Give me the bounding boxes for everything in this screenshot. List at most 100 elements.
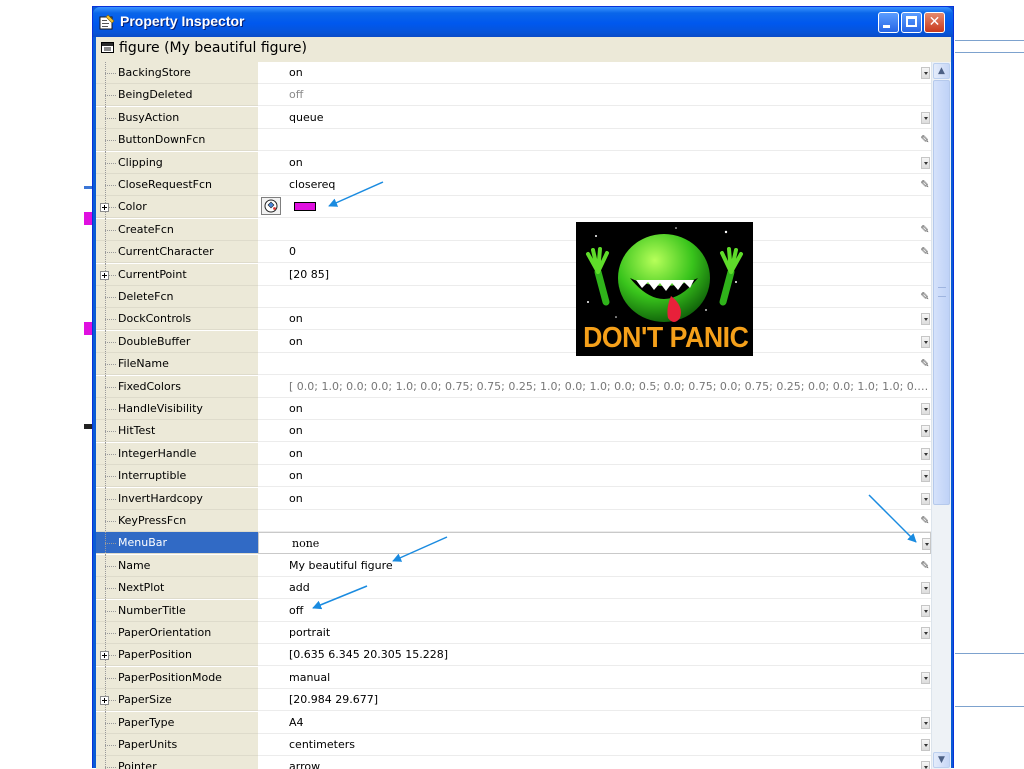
property-name-cell[interactable]: IntegerHandle: [96, 442, 258, 466]
property-value-cell[interactable]: [ 0.0; 1.0; 0.0; 0.0; 1.0; 0.0; 0.75; 0.…: [258, 375, 934, 398]
pencil-edit-icon[interactable]: ✎: [919, 514, 931, 528]
property-row-papersize[interactable]: PaperSize [20.984 29.677]: [96, 689, 931, 713]
property-row-doublebuffer[interactable]: DoubleBuffer on: [96, 330, 931, 354]
property-row-nextplot[interactable]: NextPlot add: [96, 577, 931, 601]
property-row-backingstore[interactable]: BackingStore on: [96, 62, 931, 85]
close-button[interactable]: ✕: [924, 12, 945, 33]
property-value-cell[interactable]: off: [258, 84, 931, 107]
property-value-cell[interactable]: [0.635 6.345 20.305 15.228]: [258, 644, 931, 667]
dropdown-arrow-icon[interactable]: [921, 313, 930, 326]
property-row-menubar[interactable]: MenuBar none: [96, 532, 931, 556]
property-name-cell[interactable]: Color: [96, 196, 258, 220]
property-row-papertype[interactable]: PaperType A4: [96, 711, 931, 735]
expand-plus-icon[interactable]: [100, 696, 109, 706]
property-row-interruptible[interactable]: Interruptible on: [96, 465, 931, 489]
property-row-deletefcn[interactable]: DeleteFcn ✎: [96, 286, 931, 309]
property-row-paperorientation[interactable]: PaperOrientation portrait: [96, 622, 931, 645]
property-value-cell[interactable]: on: [258, 151, 931, 174]
property-value-cell[interactable]: manual: [258, 666, 931, 689]
property-name-cell[interactable]: PaperPositionMode: [96, 666, 258, 690]
property-row-keypressfcn[interactable]: KeyPressFcn ✎: [96, 510, 931, 533]
dropdown-arrow-icon[interactable]: [922, 538, 931, 551]
property-row-paperpositionmode[interactable]: PaperPositionMode manual: [96, 666, 931, 690]
property-name-cell[interactable]: CreateFcn: [96, 218, 258, 242]
property-row-paperunits[interactable]: PaperUnits centimeters: [96, 734, 931, 757]
pencil-edit-icon[interactable]: ✎: [919, 357, 931, 371]
property-name-cell[interactable]: BusyAction: [96, 106, 258, 130]
property-value-cell[interactable]: on: [258, 487, 931, 510]
property-name-cell[interactable]: FileName: [96, 353, 258, 377]
vertical-scrollbar[interactable]: ▲ ▼: [931, 62, 951, 769]
property-name-cell[interactable]: DockControls: [96, 308, 258, 332]
property-name-cell[interactable]: BackingStore: [96, 62, 258, 85]
property-name-cell[interactable]: NumberTitle: [96, 599, 258, 623]
dropdown-arrow-icon[interactable]: [921, 716, 930, 729]
property-value-cell[interactable]: queue: [258, 106, 931, 129]
object-selector[interactable]: figure (My beautiful figure): [96, 37, 951, 63]
property-row-closerequestfcn[interactable]: CloseRequestFcn closereq ✎: [96, 174, 931, 197]
dropdown-arrow-icon[interactable]: [921, 627, 930, 639]
property-name-cell[interactable]: BeingDeleted: [96, 84, 258, 108]
minimize-button[interactable]: [878, 12, 899, 33]
property-name-cell[interactable]: PaperType: [96, 711, 258, 735]
property-row-filename[interactable]: FileName ✎: [96, 353, 931, 377]
property-value-cell[interactable]: on: [258, 398, 931, 420]
pencil-edit-icon[interactable]: ✎: [919, 223, 931, 237]
property-value-cell[interactable]: none: [258, 532, 931, 555]
property-row-pointer[interactable]: Pointer arrow: [96, 756, 931, 769]
expand-plus-icon[interactable]: [100, 651, 109, 661]
property-row-busyaction[interactable]: BusyAction queue: [96, 106, 931, 130]
property-row-buttondownfcn[interactable]: ButtonDownFcn ✎: [96, 129, 931, 153]
pencil-edit-icon[interactable]: ✎: [919, 290, 931, 304]
property-value-cell[interactable]: A4: [258, 711, 931, 734]
pencil-edit-icon[interactable]: ✎: [919, 133, 931, 147]
property-row-name[interactable]: Name My beautiful figure ✎: [96, 554, 931, 578]
property-name-cell[interactable]: DoubleBuffer: [96, 330, 258, 354]
property-name-cell[interactable]: InvertHardcopy: [96, 487, 258, 511]
pencil-edit-icon[interactable]: ✎: [919, 559, 931, 573]
property-value-cell[interactable]: on: [258, 465, 931, 488]
dropdown-arrow-icon[interactable]: [921, 67, 930, 79]
property-row-clipping[interactable]: Clipping on: [96, 151, 931, 175]
property-name-cell[interactable]: Clipping: [96, 151, 258, 175]
dropdown-arrow-icon[interactable]: [921, 156, 930, 169]
scroll-up-button[interactable]: ▲: [933, 63, 950, 79]
property-value-cell[interactable]: centimeters: [258, 734, 931, 756]
dropdown-arrow-icon[interactable]: [921, 739, 930, 751]
property-value-cell[interactable]: [20.984 29.677]: [258, 689, 931, 712]
property-value-cell[interactable]: add: [258, 577, 931, 600]
title-bar[interactable]: Property Inspector ✕: [93, 7, 953, 37]
property-row-beingdeleted[interactable]: BeingDeleted off: [96, 84, 931, 108]
property-value[interactable]: none: [292, 537, 319, 550]
property-value-cell[interactable]: on: [258, 442, 931, 465]
property-row-createfcn[interactable]: CreateFcn ✎: [96, 218, 931, 242]
property-name-cell[interactable]: MenuBar: [96, 532, 258, 556]
dropdown-arrow-icon[interactable]: [921, 335, 930, 348]
property-name-cell[interactable]: PaperOrientation: [96, 622, 258, 645]
dropdown-arrow-icon[interactable]: [921, 604, 930, 617]
dropdown-arrow-icon[interactable]: [921, 425, 930, 438]
property-name-cell[interactable]: NextPlot: [96, 577, 258, 601]
property-row-hittest[interactable]: HitTest on: [96, 420, 931, 444]
maximize-button[interactable]: [901, 12, 922, 33]
property-name-cell[interactable]: CloseRequestFcn: [96, 174, 258, 197]
property-name-cell[interactable]: PaperPosition: [96, 644, 258, 668]
property-name-cell[interactable]: Interruptible: [96, 465, 258, 489]
property-row-dockcontrols[interactable]: DockControls on: [96, 308, 931, 332]
property-name-cell[interactable]: CurrentPoint: [96, 263, 258, 287]
dropdown-arrow-icon[interactable]: [921, 470, 930, 483]
scrollbar-thumb[interactable]: [933, 80, 950, 505]
dropdown-arrow-icon[interactable]: [921, 671, 930, 684]
property-name-cell[interactable]: PaperUnits: [96, 734, 258, 757]
property-name-cell[interactable]: KeyPressFcn: [96, 510, 258, 533]
property-row-integerhandle[interactable]: IntegerHandle on: [96, 442, 931, 466]
property-name-cell[interactable]: Name: [96, 554, 258, 578]
property-value-cell[interactable]: on: [258, 420, 931, 443]
property-row-currentcharacter[interactable]: CurrentCharacter 0 ✎: [96, 241, 931, 265]
property-value-cell[interactable]: closereq ✎: [258, 174, 931, 196]
property-value-cell[interactable]: arrow: [258, 756, 931, 769]
property-value-cell[interactable]: [258, 196, 931, 219]
property-value-cell[interactable]: My beautiful figure ✎: [258, 554, 931, 577]
property-row-numbertitle[interactable]: NumberTitle off: [96, 599, 931, 623]
property-value-cell[interactable]: off: [258, 599, 931, 622]
